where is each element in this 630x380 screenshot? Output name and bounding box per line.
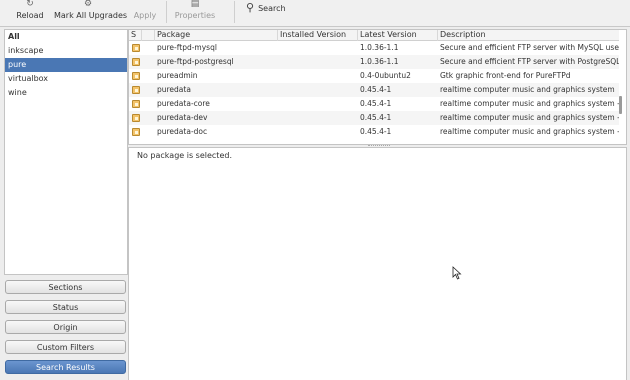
sections-button[interactable]: Sections [5, 280, 126, 294]
package-list-scrollbar[interactable] [619, 96, 622, 114]
installed-version [280, 41, 356, 55]
table-row[interactable]: pure-ftpd-postgresql 1.0.36-1.1 Secure a… [129, 55, 619, 69]
sidebar-item-inkscape[interactable]: inkscape [5, 44, 127, 58]
status-button[interactable]: Status [5, 300, 126, 314]
search-icon: ⚲ [246, 1, 255, 14]
package-description: realtime computer music and graphics sys… [440, 85, 615, 94]
table-row[interactable]: pureadmin 0.4-0ubuntu2 Gtk graphic front… [129, 69, 619, 83]
column-header-description[interactable]: Description [438, 30, 619, 41]
search-button[interactable]: ⚲ Search [246, 1, 286, 14]
not-installed-status-icon[interactable] [132, 72, 140, 80]
latest-version: 1.0.36-1.1 [360, 57, 399, 66]
installed-version [280, 55, 356, 69]
column-header-installed-version[interactable]: Installed Version [278, 30, 358, 41]
sidebar-item-wine[interactable]: wine [5, 86, 127, 100]
mark-upgrades-icon: ⚙ [83, 0, 93, 9]
apply-icon [130, 0, 160, 11]
column-header-support[interactable] [142, 30, 155, 41]
column-header-latest-version[interactable]: Latest Version [358, 30, 438, 41]
properties-button[interactable]: ▤ Properties [174, 0, 216, 26]
not-installed-status-icon[interactable] [132, 100, 140, 108]
table-row[interactable]: puredata 0.45.4-1 realtime computer musi… [129, 83, 619, 97]
package-list: S Package Installed Version Latest Versi… [128, 29, 627, 145]
package-list-header: S Package Installed Version Latest Versi… [129, 30, 619, 41]
not-installed-status-icon[interactable] [132, 44, 140, 52]
sidebar-item-virtualbox[interactable]: virtualbox [5, 72, 127, 86]
package-name: pureadmin [157, 71, 198, 80]
installed-version [280, 69, 356, 83]
no-selection-message: No package is selected. [137, 151, 232, 160]
package-details-pane: No package is selected. [128, 147, 627, 380]
installed-version [280, 97, 356, 111]
table-row[interactable]: puredata-core 0.45.4-1 realtime computer… [129, 97, 619, 111]
mark-all-upgrades-label: Mark All Upgrades [54, 11, 128, 20]
package-description: realtime computer music and graphics sys… [440, 113, 619, 122]
origin-button[interactable]: Origin [5, 320, 126, 334]
toolbar: ↻ Reload ⚙ Mark All Upgrades Apply ▤ Pro… [0, 0, 630, 27]
not-installed-status-icon[interactable] [132, 128, 140, 136]
column-header-status[interactable]: S [129, 30, 142, 41]
reload-button[interactable]: ↻ Reload [14, 0, 46, 26]
origin-list: All inkscape pure virtualbox wine [4, 29, 128, 275]
latest-version: 0.45.4-1 [360, 99, 392, 108]
mouse-pointer-icon [452, 266, 462, 280]
installed-version [280, 83, 356, 97]
package-name: puredata [157, 85, 191, 94]
not-installed-status-icon[interactable] [132, 114, 140, 122]
table-row[interactable]: pure-ftpd-mysql 1.0.36-1.1 Secure and ef… [129, 41, 619, 55]
not-installed-status-icon[interactable] [132, 58, 140, 66]
package-description: Gtk graphic front-end for PureFTPd [440, 71, 571, 80]
search-results-button[interactable]: Search Results [5, 360, 126, 374]
reload-label: Reload [16, 11, 44, 20]
package-description: Secure and efficient FTP server with Pos… [440, 57, 619, 66]
package-name: puredata-dev [157, 113, 208, 122]
package-name: puredata-core [157, 99, 210, 108]
latest-version: 0.45.4-1 [360, 85, 392, 94]
mark-all-upgrades-button[interactable]: ⚙ Mark All Upgrades [54, 0, 128, 26]
apply-button[interactable]: Apply [130, 0, 160, 26]
table-row[interactable]: puredata-dev 0.45.4-1 realtime computer … [129, 111, 619, 125]
latest-version: 1.0.36-1.1 [360, 43, 399, 52]
column-header-package[interactable]: Package [155, 30, 278, 41]
package-name: puredata-doc [157, 127, 208, 136]
latest-version: 0.45.4-1 [360, 127, 392, 136]
package-name: pure-ftpd-mysql [157, 43, 217, 52]
sidebar-item-pure[interactable]: pure [5, 58, 127, 72]
package-description: realtime computer music and graphics sys… [440, 99, 619, 108]
package-description: Secure and efficient FTP server with MyS… [440, 43, 619, 52]
installed-version [280, 111, 356, 125]
package-description: realtime computer music and graphics sys… [440, 127, 619, 136]
toolbar-separator [166, 1, 167, 23]
latest-version: 0.4-0ubuntu2 [360, 71, 411, 80]
reload-icon: ↻ [26, 0, 34, 9]
properties-icon: ▤ [190, 0, 200, 9]
properties-label: Properties [174, 11, 216, 20]
installed-version [280, 125, 356, 139]
apply-label: Apply [133, 11, 157, 20]
search-label: Search [258, 4, 286, 13]
sidebar-item-all[interactable]: All [5, 30, 127, 44]
table-row[interactable]: puredata-doc 0.45.4-1 realtime computer … [129, 125, 619, 139]
latest-version: 0.45.4-1 [360, 113, 392, 122]
toolbar-separator [234, 1, 235, 23]
package-name: pure-ftpd-postgresql [157, 57, 234, 66]
custom-filters-button[interactable]: Custom Filters [5, 340, 126, 354]
not-installed-status-icon[interactable] [132, 86, 140, 94]
